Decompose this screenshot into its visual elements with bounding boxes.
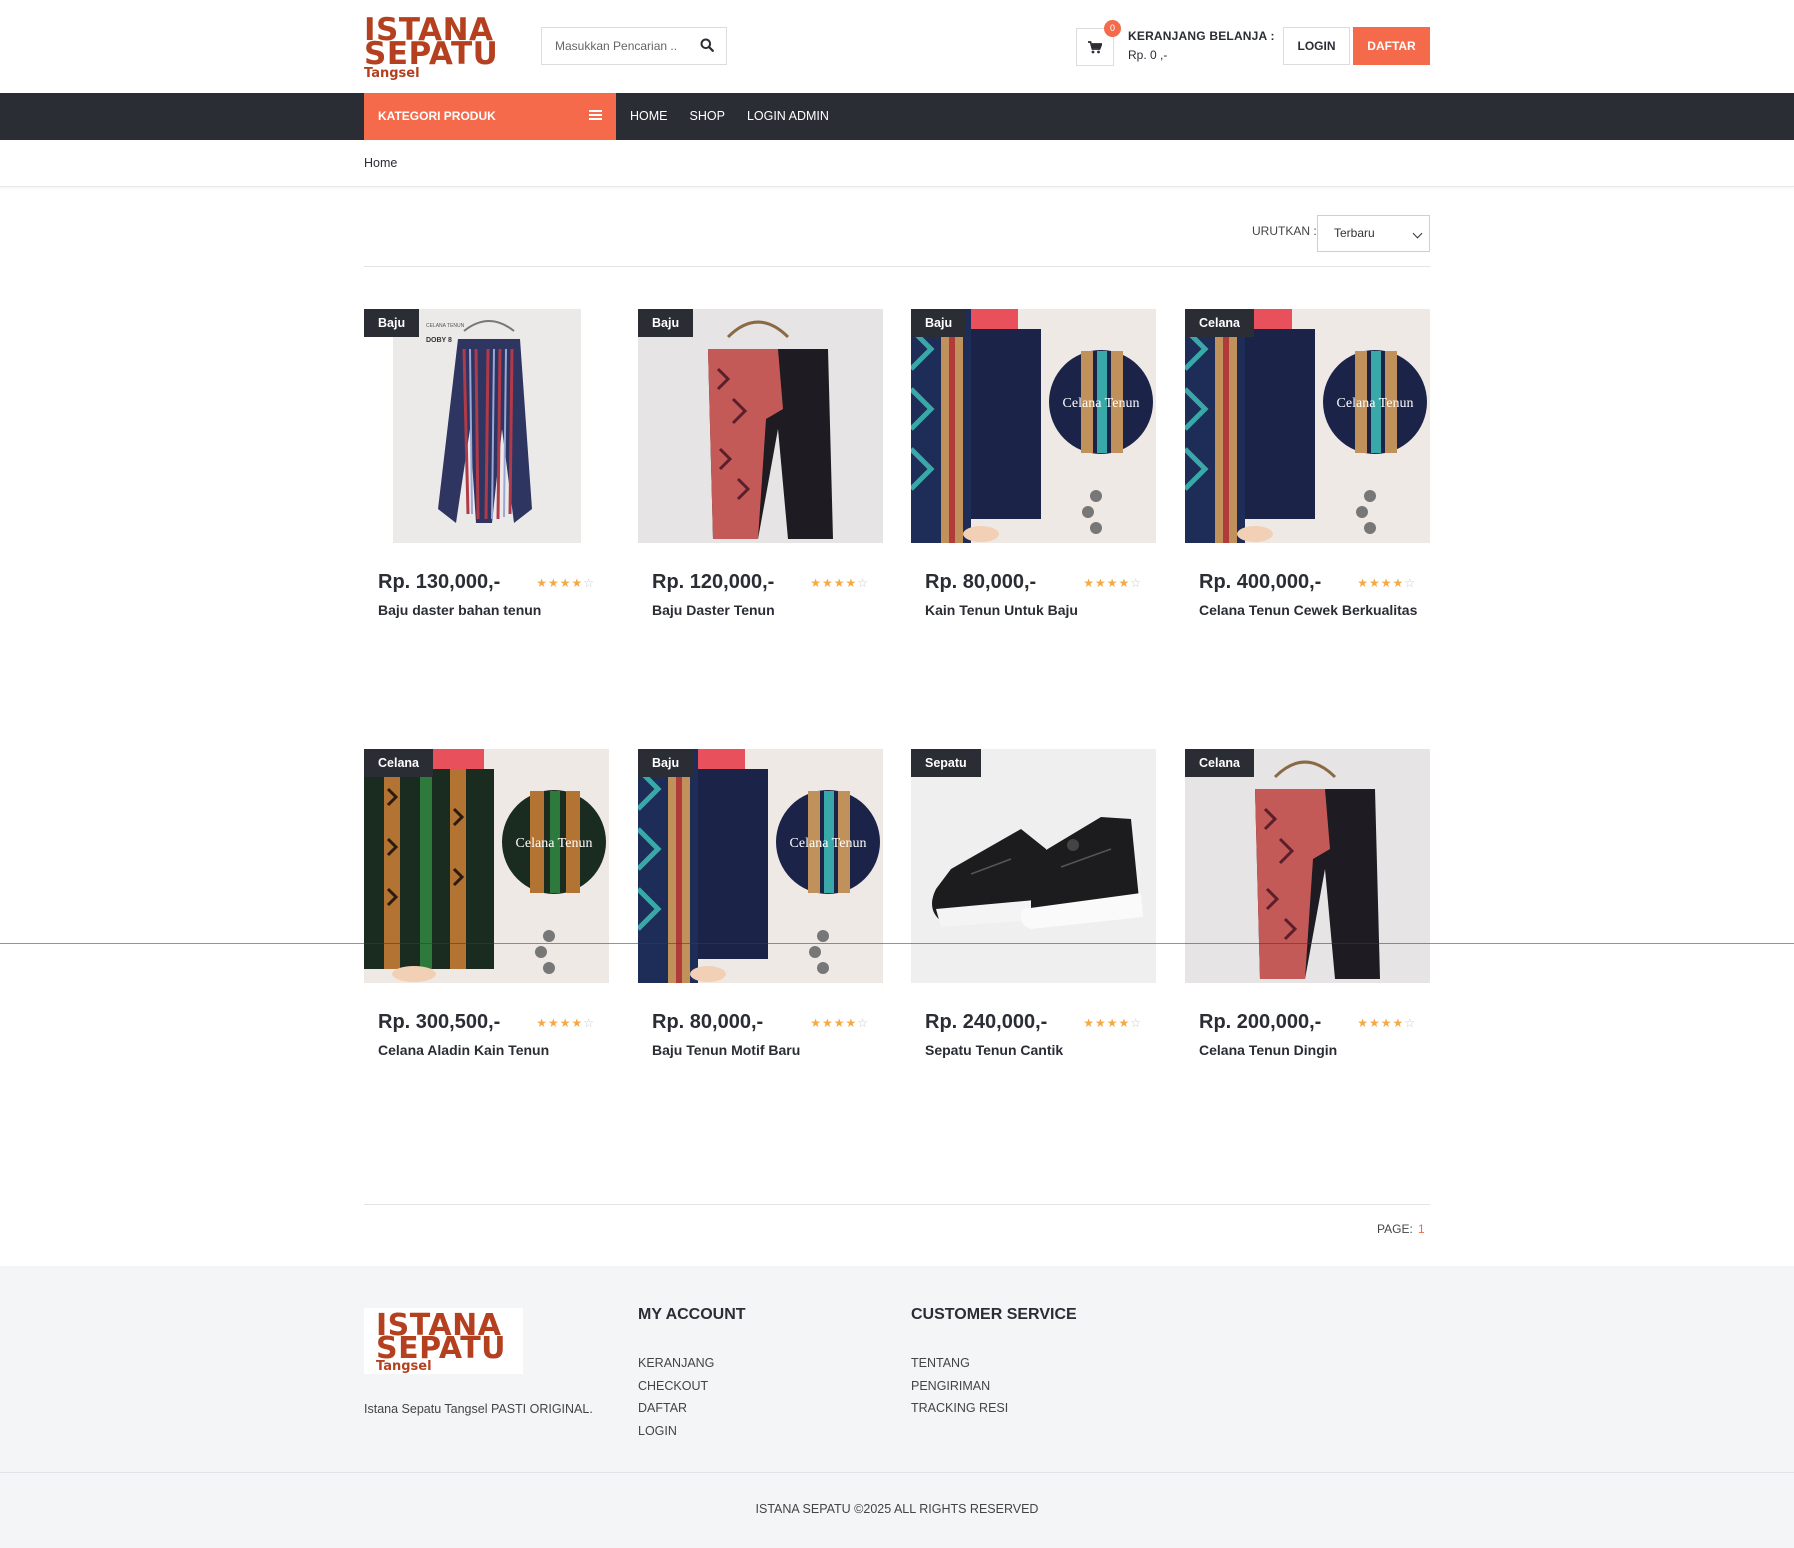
category-tag: Baju	[364, 309, 420, 337]
rating-stars: ★★★★☆	[536, 1016, 595, 1030]
sort-select[interactable]: Terbaru	[1317, 215, 1430, 252]
footer-logo[interactable]: ISTANA SEPATU Tangsel	[364, 1308, 523, 1374]
category-tag: Baju	[638, 749, 694, 777]
footer-link-keranjang[interactable]: KERANJANG	[638, 1352, 746, 1375]
product-price: Rp. 400,000,-	[1199, 571, 1322, 593]
product-image[interactable]: Celana	[1185, 749, 1430, 983]
divider	[364, 1204, 1430, 1205]
footer-link-daftar[interactable]: DAFTAR	[638, 1397, 746, 1420]
svg-text:CELANA TENUN: CELANA TENUN	[426, 323, 465, 329]
image-text: Celana Tenun	[790, 836, 867, 851]
product-card[interactable]: Celana Tenun Baju Rp. 80,000,- ★★★★☆ Baj…	[638, 749, 883, 1058]
sort-selected-value: Terbaru	[1334, 226, 1375, 240]
footer-link-pengiriman[interactable]: PENGIRIMAN	[911, 1375, 1077, 1398]
image-text: Celana Tenun	[516, 836, 593, 851]
divider	[364, 266, 1430, 267]
rating-stars: ★★★★☆	[1083, 576, 1142, 590]
product-card[interactable]: CELANA TENUN DOBY 8 Baju Rp. 130,000,- ★…	[364, 309, 609, 618]
category-tag: Celana	[1185, 749, 1254, 777]
footer-link-tentang[interactable]: TENTANG	[911, 1352, 1077, 1375]
product-name[interactable]: Celana Tenun Cewek Berkualitas	[1199, 602, 1419, 619]
footer-about-text: Istana Sepatu Tangsel PASTI ORIGINAL.	[364, 1402, 593, 1416]
divider	[0, 943, 1794, 944]
rating-stars: ★★★★☆	[810, 1016, 869, 1030]
image-text: Celana Tenun	[1063, 396, 1140, 411]
product-name[interactable]: Baju Tenun Motif Baru	[652, 1042, 872, 1059]
product-image[interactable]: Celana Tenun Celana	[364, 749, 609, 983]
image-text: Celana Tenun	[1337, 396, 1414, 411]
site-footer: ISTANA SEPATU Tangsel Istana Sepatu Tang…	[0, 1266, 1794, 1548]
product-image[interactable]: Sepatu	[911, 749, 1156, 983]
product-image[interactable]: Celana Tenun Baju	[911, 309, 1156, 543]
product-price: Rp. 240,000,-	[925, 1011, 1048, 1033]
product-image[interactable]: Celana Tenun Celana	[1185, 309, 1430, 543]
rating-stars: ★★★★☆	[1357, 1016, 1416, 1030]
footer-divider	[0, 1472, 1794, 1473]
product-name[interactable]: Celana Tenun Dingin	[1199, 1042, 1419, 1059]
product-card[interactable]: Celana Tenun Baju Rp. 80,000,- ★★★★☆ Kai…	[911, 309, 1156, 618]
pagination-label: PAGE:	[1377, 1222, 1413, 1236]
rating-stars: ★★★★☆	[810, 576, 869, 590]
footer-column-title: CUSTOMER SERVICE	[911, 1306, 1077, 1323]
rating-stars: ★★★★☆	[1357, 576, 1416, 590]
product-card[interactable]: Celana Tenun Celana Rp. 300,500,- ★★★★☆ …	[364, 749, 609, 1058]
product-card[interactable]: Celana Tenun Celana Rp. 400,000,- ★★★★☆ …	[1185, 309, 1430, 618]
product-price: Rp. 130,000,-	[378, 571, 501, 593]
product-card[interactable]: Baju Rp. 120,000,- ★★★★☆ Baju Daster Ten…	[638, 309, 883, 618]
logo-line-2: SEPATU	[376, 1331, 507, 1366]
copyright-text: ISTANA SEPATU ©2025 ALL RIGHTS RESERVED	[755, 1502, 1039, 1516]
product-name[interactable]: Kain Tenun Untuk Baju	[925, 602, 1145, 619]
sort-label: URUTKAN :	[1252, 224, 1317, 238]
product-image[interactable]: Celana Tenun Baju	[638, 749, 883, 983]
footer-link-tracking-resi[interactable]: TRACKING RESI	[911, 1397, 1077, 1420]
footer-column-title: MY ACCOUNT	[638, 1306, 746, 1323]
rating-stars: ★★★★☆	[536, 576, 595, 590]
product-name[interactable]: Celana Aladin Kain Tenun	[378, 1042, 598, 1059]
rating-stars: ★★★★☆	[1083, 1016, 1142, 1030]
footer-my-account: MY ACCOUNT KERANJANG CHECKOUT DAFTAR LOG…	[638, 1306, 746, 1442]
product-image[interactable]: CELANA TENUN DOBY 8 Baju	[364, 309, 609, 543]
footer-link-checkout[interactable]: CHECKOUT	[638, 1375, 746, 1398]
product-image[interactable]: Baju	[638, 309, 883, 543]
product-name[interactable]: Baju Daster Tenun	[652, 602, 872, 619]
footer-link-login[interactable]: LOGIN	[638, 1420, 746, 1443]
image-text: DOBY 8	[426, 337, 452, 344]
category-tag: Baju	[911, 309, 967, 337]
product-name[interactable]: Sepatu Tenun Cantik	[925, 1042, 1145, 1059]
product-name[interactable]: Baju daster bahan tenun	[378, 602, 598, 619]
product-price: Rp. 300,500,-	[378, 1011, 501, 1033]
category-tag: Celana	[364, 749, 433, 777]
product-price: Rp. 120,000,-	[652, 571, 775, 593]
product-card[interactable]: Celana Rp. 200,000,- ★★★★☆ Celana Tenun …	[1185, 749, 1430, 1058]
product-listing: URUTKAN : Terbaru CELANA TENUN DOBY 8 Ba…	[364, 0, 1430, 1266]
chevron-down-icon	[1412, 228, 1423, 239]
category-tag: Baju	[638, 309, 694, 337]
product-card[interactable]: Sepatu Rp. 240,000,- ★★★★☆ Sepatu Tenun …	[911, 749, 1156, 1058]
pagination-page-1[interactable]: 1	[1418, 1222, 1425, 1236]
footer-customer-service: CUSTOMER SERVICE TENTANG PENGIRIMAN TRAC…	[911, 1306, 1077, 1420]
product-price: Rp. 200,000,-	[1199, 1011, 1322, 1033]
category-tag: Celana	[1185, 309, 1254, 337]
product-price: Rp. 80,000,-	[652, 1011, 764, 1033]
category-tag: Sepatu	[911, 749, 981, 777]
product-price: Rp. 80,000,-	[925, 571, 1037, 593]
